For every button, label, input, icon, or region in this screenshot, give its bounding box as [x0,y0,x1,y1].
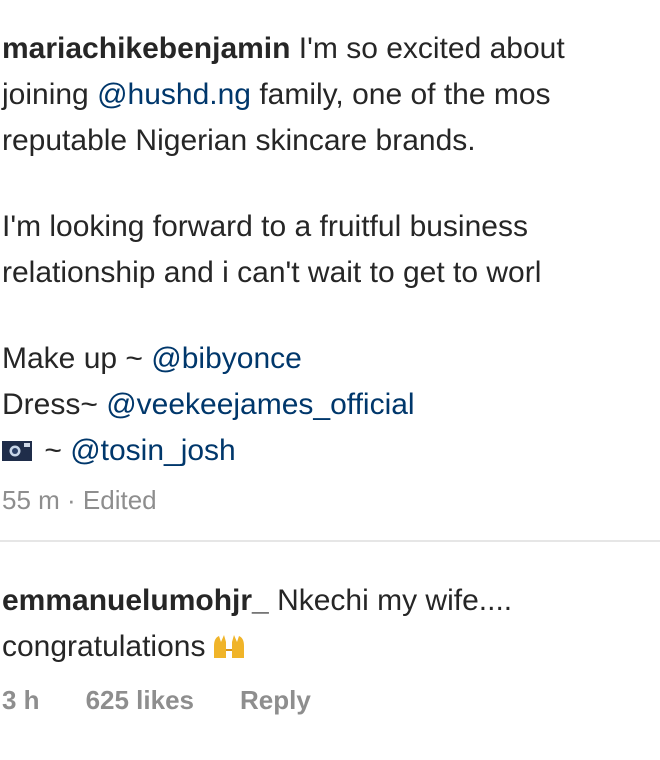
mention-link-hushd[interactable]: @hushd.ng [97,78,251,111]
comment-text: Nkechi my wife.... [268,584,513,617]
comment-divider [0,540,660,542]
mention-link-veekeejames[interactable]: @veekeejames_official [106,388,414,421]
caption-line-3: reputable Nigerian skincare brands. [2,124,476,157]
comment-timestamp[interactable]: 3 h [2,685,40,715]
caption-line-2: joining @hushd.ng family, one of the mos [2,72,660,118]
comment-line-1: emmanuelumohjr_ Nkechi my wife.... [2,578,660,624]
comment-text: congratulations [2,630,206,663]
post-meta: 55 m · Edited [2,480,660,520]
credit-dress: Dress~ @veekeejames_official [2,382,660,428]
raising-hands-icon [214,635,245,658]
caption-line-5: relationship and i can't wait to get to … [2,256,542,289]
caption-text: joining [2,78,98,111]
caption-line-1: mariachikebenjamin I'm so excited about [2,26,660,72]
reply-button[interactable]: Reply [240,685,311,715]
caption-text: family, one of the mos [250,78,551,111]
meta-separator: · [59,485,83,515]
post-caption: mariachikebenjamin I'm so excited about … [2,26,660,520]
caption-text: I'm so excited about [290,32,565,65]
credit-photo: ~ @tosin_josh [2,428,660,474]
post-username[interactable]: mariachikebenjamin [2,32,290,65]
credit-label: ~ [36,434,71,467]
mention-link-tosin-josh[interactable]: @tosin_josh [70,434,236,467]
comment-line-2: congratulations [2,624,660,670]
credit-makeup: Make up ~ @bibyonce [2,336,660,382]
mention-link-bibyonce[interactable]: @bibyonce [151,342,302,375]
comment-username[interactable]: emmanuelumohjr_ [2,584,269,617]
comment-item: emmanuelumohjr_ Nkechi my wife.... congr… [2,578,660,720]
caption-line-4: I'm looking forward to a fruitful busine… [2,210,528,243]
post-timestamp[interactable]: 55 m [2,485,60,515]
camera-icon [2,441,32,461]
comment-meta: 3 h 625 likes Reply [2,680,660,720]
credit-label: Dress~ [2,388,107,421]
credit-label: Make up ~ [2,342,152,375]
edited-label: Edited [82,485,157,515]
comment-likes[interactable]: 625 likes [86,685,194,715]
